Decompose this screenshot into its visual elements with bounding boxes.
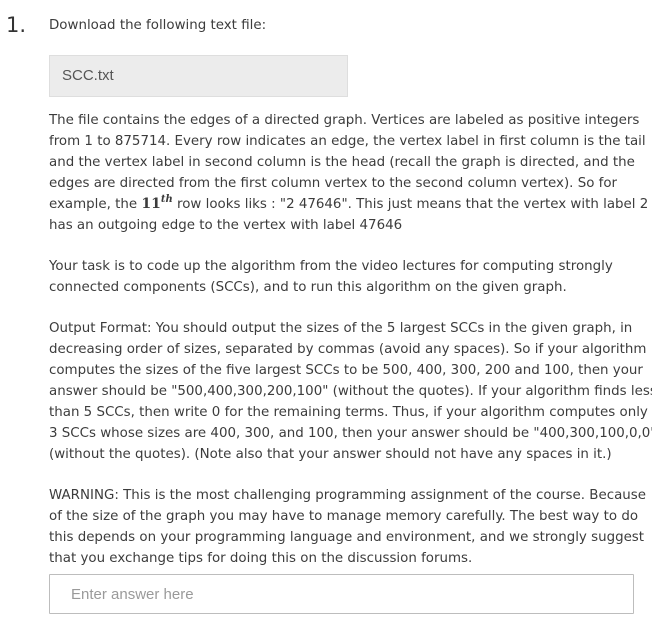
example-prefix: example, the	[49, 197, 142, 212]
file-download-link[interactable]: SCC.txt	[49, 55, 348, 97]
download-instruction: Download the following text file:	[49, 18, 267, 33]
math-superscript: th	[160, 194, 173, 205]
paragraph-line: connected components (SCCs), and to run …	[49, 280, 567, 295]
example-suffix: row looks liks : "2 47646". This just me…	[172, 197, 649, 212]
paragraph-line: has an outgoing edge to the vertex with …	[49, 218, 403, 233]
answer-input[interactable]	[49, 574, 634, 614]
paragraph-line: answer should be "500,400,300,200,100" (…	[49, 384, 652, 399]
paragraph-line: computes the sizes of the five largest S…	[49, 363, 643, 378]
math-base: 11	[141, 196, 161, 212]
paragraph-line: and the vertex label in second column is…	[49, 155, 635, 170]
paragraph-line: that you exchange tips for doing this on…	[49, 551, 473, 566]
warning-paragraph: WARNING: This is the most challenging pr…	[49, 485, 646, 569]
graph-description-paragraph: The file contains the edges of a directe…	[49, 110, 648, 236]
paragraph-line: 3 SCCs whose sizes are 400, 300, and 100…	[49, 426, 652, 441]
paragraph-line: than 5 SCCs, then write 0 for the remain…	[49, 405, 648, 420]
paragraph-line: Your task is to code up the algorithm fr…	[49, 259, 613, 274]
paragraph-line: example, the 11th row looks liks : "2 47…	[49, 194, 648, 215]
paragraph-line: WARNING: This is the most challenging pr…	[49, 488, 646, 503]
paragraph-line: of the size of the graph you may have to…	[49, 509, 639, 524]
paragraph-line: decreasing order of sizes, separated by …	[49, 342, 647, 357]
output-format-paragraph: Output Format: You should output the siz…	[49, 318, 652, 465]
question-number: 1.	[6, 13, 27, 37]
paragraph-line: The file contains the edges of a directe…	[49, 113, 640, 128]
paragraph-line: Output Format: You should output the siz…	[49, 321, 633, 336]
math-ordinal: 11th	[141, 194, 173, 213]
task-paragraph: Your task is to code up the algorithm fr…	[49, 256, 639, 298]
paragraph-line: from 1 to 875714. Every row indicates an…	[49, 134, 646, 149]
paragraph-line: this depends on your programming languag…	[49, 530, 645, 545]
paragraph-line: (without the quotes). (Note also that yo…	[49, 447, 612, 462]
paragraph-line: edges are directed from the first column…	[49, 176, 618, 191]
